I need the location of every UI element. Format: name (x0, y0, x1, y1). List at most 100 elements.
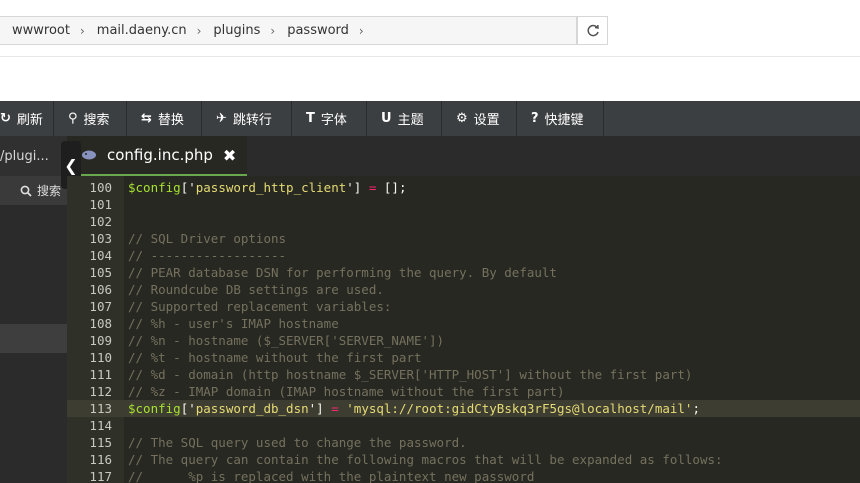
code-text: // %h - user's IMAP hostname (128, 315, 339, 332)
code-token: // SQL Driver options (128, 231, 287, 246)
line-number: 107 (89, 299, 112, 314)
code-token: // %d - domain (http hostname $_SERVER['… (128, 367, 693, 382)
code-line[interactable]: 109 // %n - hostname ($_SERVER['SERVER_NA… (67, 332, 860, 349)
code-token: password_db_dsn (195, 401, 309, 416)
code-line[interactable]: 110 // %t - hostname without the first pa… (67, 349, 860, 366)
code-line[interactable]: 101 (67, 196, 860, 213)
code-text: // PEAR database DSN for performing the … (128, 264, 557, 281)
code-token: [' (180, 401, 196, 416)
code-token: // %t - hostname without the first part (128, 350, 422, 365)
breadcrumb-item[interactable]: mail.daeny.cn › (85, 23, 202, 38)
code-line[interactable]: 102 (67, 213, 860, 230)
line-number: 106 (89, 282, 112, 297)
line-number: 114 (89, 418, 112, 433)
divider (0, 56, 860, 57)
toolbar-button-label: 主题 (397, 113, 424, 128)
code-text: // Supported replacement variables: (128, 298, 391, 315)
close-tab-icon[interactable]: ✖ (223, 146, 236, 165)
breadcrumb-item[interactable]: plugins › (201, 23, 275, 38)
code-text: // %z - IMAP domain (IMAP hostname witho… (128, 383, 565, 400)
code-editor[interactable]: 100 $config['password_http_client'] = [];… (67, 176, 860, 483)
tab-strip: /plugi... config.inc.php ✖ (0, 136, 860, 176)
code-text: // SQL Driver options (128, 230, 286, 247)
code-token: 'mysql://root:gidCtyBskq3rF5gs@localhost… (346, 401, 693, 416)
line-number: 115 (89, 435, 112, 450)
help-icon: ? (531, 111, 539, 126)
code-line[interactable]: 113 $config['password_db_dsn'] = 'mysql:/… (67, 400, 860, 417)
tab-partial-label: /plugi... (0, 148, 49, 164)
code-token: // The query can contain the following m… (128, 452, 723, 467)
code-token: // ------------------ (128, 248, 287, 263)
code-line[interactable]: 104 // ------------------ (67, 247, 860, 264)
code-line[interactable]: 117 // %p is replaced with the plaintext … (67, 468, 860, 483)
code-token: // PEAR database DSN for performing the … (128, 265, 557, 280)
code-text: // The SQL query used to change the pass… (128, 434, 467, 451)
breadcrumb-item[interactable]: password › (275, 23, 364, 38)
line-number: 111 (89, 367, 112, 382)
tree-search-label: 搜索 (36, 184, 61, 198)
toolbar-button-label: 跳转行 (232, 113, 272, 128)
toolbar-button-4[interactable]: T 字体 (292, 101, 367, 136)
code-token: '] (308, 401, 332, 416)
toolbar-button-6[interactable]: ⚙ 设置 (442, 101, 517, 136)
refresh-icon: ↻ (0, 111, 11, 126)
line-number: 104 (89, 248, 112, 263)
code-token: // Roundcube DB settings are used. (128, 282, 384, 297)
breadcrumb-label: plugins (213, 23, 261, 38)
line-number: 116 (89, 452, 112, 467)
code-text: // %t - hostname without the first part (128, 349, 422, 366)
code-text: // %d - domain (http hostname $_SERVER['… (128, 366, 692, 383)
code-line[interactable]: 100 $config['password_http_client'] = []; (67, 179, 860, 196)
path-refresh-button[interactable] (577, 16, 608, 45)
code-token: // %p is replaced with the plaintext new… (128, 469, 535, 483)
refresh-icon (586, 24, 599, 36)
code-line[interactable]: 114 (67, 417, 860, 434)
toolbar-button-5[interactable]: U 主题 (367, 101, 442, 136)
line-number: 101 (89, 197, 112, 212)
breadcrumb-label: wwwroot (12, 23, 70, 38)
tree-search-button[interactable]: 搜索 (0, 176, 67, 205)
code-text: // ------------------ (128, 247, 286, 264)
code-token: []; (376, 180, 407, 195)
breadcrumb-label: password (287, 23, 349, 38)
code-line[interactable]: 116 // The query can contain the followin… (67, 451, 860, 468)
code-line[interactable]: 111 // %d - domain (http hostname $_SERVE… (67, 366, 860, 383)
code-line[interactable]: 112 // %z - IMAP domain (IMAP hostname wi… (67, 383, 860, 400)
theme-icon: U (381, 111, 392, 126)
line-number: 100 (89, 180, 112, 195)
code-line[interactable]: 108 // %h - user's IMAP hostname (67, 315, 860, 332)
chevron-right-icon: › (358, 23, 364, 38)
line-number: 113 (89, 401, 112, 416)
path-bar: wwwroot › mail.daeny.cn › plugins › password › (0, 0, 860, 101)
toolbar-button-3[interactable]: ✈ 跳转行 (202, 101, 292, 136)
code-line[interactable]: 105 // PEAR database DSN for performing t… (67, 264, 860, 281)
line-number: 109 (89, 333, 112, 348)
breadcrumb-item[interactable]: wwwroot › (0, 23, 85, 38)
toolbar-button-1[interactable]: ⚲ 搜索 (54, 101, 127, 136)
tree-selected-row[interactable] (0, 324, 67, 353)
code-token: '] (346, 180, 369, 195)
toolbar-button-7[interactable]: ? 快捷键 (517, 101, 604, 136)
line-number: 103 (89, 231, 112, 246)
line-number: 108 (89, 316, 112, 331)
code-line[interactable]: 115 // The SQL query used to change the p… (67, 434, 860, 451)
tab-filename: config.inc.php (107, 146, 213, 164)
search-icon (20, 185, 32, 197)
editor-toolbar: ↻ 刷新 ⚲ 搜索 ⇆ 替换 ✈ 跳转行 T 字体 U 主题 ⚙ 设置? 快捷键 (0, 101, 860, 136)
toolbar-button-label: 刷新 (16, 113, 43, 128)
code-token: [' (180, 180, 196, 195)
line-number: 117 (89, 469, 112, 483)
code-line[interactable]: 106 // Roundcube DB settings are used. (67, 281, 860, 298)
toolbar-button-0[interactable]: ↻ 刷新 (0, 101, 54, 136)
tab-config-inc-php[interactable]: config.inc.php ✖ (67, 136, 247, 176)
code-line[interactable]: 103 // SQL Driver options (67, 230, 860, 247)
code-token: // The SQL query used to change the pass… (128, 435, 467, 450)
code-text: // %n - hostname ($_SERVER['SERVER_NAME'… (128, 332, 444, 349)
code-token: $config (128, 401, 181, 416)
chevron-left-icon: ❮ (64, 155, 78, 175)
code-token: password_http_client (195, 180, 347, 195)
line-number: 110 (89, 350, 112, 365)
toolbar-button-2[interactable]: ⇆ 替换 (127, 101, 202, 136)
code-line[interactable]: 107 // Supported replacement variables: (67, 298, 860, 315)
tab-partial[interactable]: /plugi... (0, 136, 67, 176)
